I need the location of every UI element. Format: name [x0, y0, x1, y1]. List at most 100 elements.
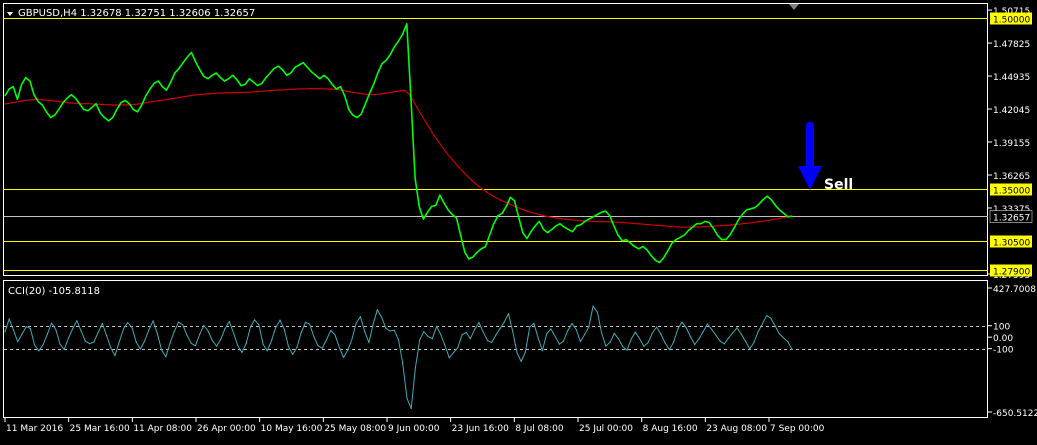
- price-series-line-point: [194, 61, 197, 63]
- price-series-line-point: [762, 199, 764, 201]
- price-series-line-point: [315, 74, 317, 76]
- cci-series-line-point: [8, 318, 10, 320]
- time-tick-label: 25 May 08:00: [324, 424, 386, 434]
- price-series-line-point: [323, 74, 325, 76]
- chart-window[interactable]: 1.50715 1.47825 1.44935 1.42045 1.39155 1.362…: [0, 0, 1037, 441]
- moving-average-line-point: [762, 220, 764, 222]
- price-series-line-point: [62, 102, 64, 104]
- cci-series-line-point: [313, 336, 315, 338]
- cci-series-line-point: [46, 333, 48, 335]
- cci-series-line-point: [97, 331, 99, 334]
- price-series-line-point: [273, 67, 275, 69]
- cci-series-line-point: [266, 350, 268, 352]
- cci-series-line-point: [444, 344, 446, 347]
- moving-average-line-point: [519, 207, 521, 210]
- moving-average-line-point: [103, 104, 105, 106]
- moving-average-line-point: [169, 98, 171, 100]
- cci-series-line-point: [317, 345, 319, 347]
- cci-series-line-point: [567, 330, 569, 332]
- price-series-line-point: [605, 210, 607, 212]
- price-series-line-point: [692, 226, 694, 228]
- chart-canvas[interactable]: 1.507151.478251.449351.420451.391551.362…: [0, 0, 1037, 441]
- price-series-line-point: [774, 204, 777, 206]
- cci-tick-label: 427.7008: [993, 285, 1036, 295]
- time-tick-label: 23 Aug 08:00: [706, 424, 767, 434]
- price-series-line-point: [513, 200, 516, 202]
- price-series-line-point: [364, 103, 366, 105]
- moving-average-line-point: [165, 99, 167, 101]
- price-series-line-point: [443, 202, 445, 204]
- cci-series-line-point: [579, 341, 582, 343]
- price-series-line-point: [567, 228, 569, 230]
- price-series-line-point: [339, 86, 342, 88]
- cci-series-line-point: [630, 338, 632, 340]
- moving-average-line-point: [239, 91, 241, 94]
- cci-series-line-point: [609, 341, 611, 343]
- price-series-line-point: [244, 83, 246, 85]
- price-series-line-point: [232, 74, 234, 76]
- price-series-line-point: [389, 54, 391, 56]
- price-series-line-point: [108, 120, 110, 122]
- cci-series-line-point: [232, 332, 235, 334]
- cci-series-line-point: [402, 362, 404, 364]
- price-series-line-point: [791, 215, 793, 217]
- moving-average-line-point: [123, 104, 126, 106]
- moving-average-line-point: [189, 95, 191, 97]
- cci-series-line-point: [469, 338, 471, 340]
- price-series-line-point: [265, 77, 267, 79]
- price-series-line-point: [112, 116, 114, 119]
- cci-series-line-point: [173, 331, 175, 333]
- moving-average-line-point: [634, 223, 637, 225]
- cci-series-line-point: [330, 329, 332, 332]
- cci-series-line-point: [93, 341, 95, 343]
- moving-average-line-point: [321, 88, 323, 90]
- price-series-line-point: [240, 85, 242, 87]
- cci-series-line-point: [541, 350, 544, 352]
- cci-series-line-point: [601, 332, 603, 334]
- cci-series-line-point: [495, 334, 497, 336]
- moving-average-line-point: [111, 104, 113, 106]
- moving-average-line-point: [375, 93, 377, 96]
- cci-series-line-point: [660, 333, 662, 335]
- price-series-line-point: [252, 81, 255, 83]
- price-series-line-point: [725, 239, 727, 241]
- cci-series-line-point: [668, 349, 670, 351]
- moving-average-line-point: [568, 219, 571, 221]
- moving-average-line-point: [41, 99, 43, 101]
- moving-average-line-point: [643, 223, 645, 225]
- moving-average-line-point: [226, 92, 229, 94]
- moving-average-line-point: [457, 165, 459, 168]
- cci-series-line-point: [84, 340, 86, 342]
- cci-series-line-point: [588, 325, 590, 328]
- price-series-line-point: [368, 92, 371, 95]
- moving-average-line-point: [754, 221, 756, 223]
- price-series-line-point: [397, 40, 400, 42]
- moving-average-line-point: [461, 170, 463, 172]
- price-series-line-point: [335, 88, 337, 90]
- cci-series-line-point: [135, 341, 137, 343]
- price-series-line-point: [302, 62, 304, 64]
- price-series-line-point: [128, 103, 130, 105]
- price-series-line-point: [310, 71, 313, 73]
- time-tick-label: 8 Jul 08:00: [515, 424, 564, 434]
- cci-series-line-point: [562, 340, 565, 342]
- moving-average-line-point: [400, 90, 402, 92]
- cci-series-line-point: [34, 344, 36, 346]
- time-tick-label: 23 Jun 16:00: [452, 424, 509, 434]
- cci-series-line-point: [736, 327, 738, 329]
- price-series-line-point: [580, 224, 582, 226]
- cci-series-line-point: [59, 343, 61, 345]
- price-series-line-point: [625, 239, 627, 241]
- cci-series-line-point: [38, 350, 40, 352]
- moving-average-line-point: [593, 220, 595, 222]
- moving-average-line-point: [651, 224, 653, 226]
- cci-series-line-point: [258, 324, 260, 326]
- moving-average-line-point: [292, 88, 294, 90]
- moving-average-line-point: [379, 93, 381, 95]
- cci-series-line-point: [186, 334, 188, 336]
- price-series-line-point: [8, 88, 10, 90]
- price-series-line-point: [153, 82, 155, 84]
- moving-average-line-point: [284, 89, 286, 91]
- cci-series-line-point: [414, 367, 416, 369]
- cci-series-line-point: [782, 337, 785, 339]
